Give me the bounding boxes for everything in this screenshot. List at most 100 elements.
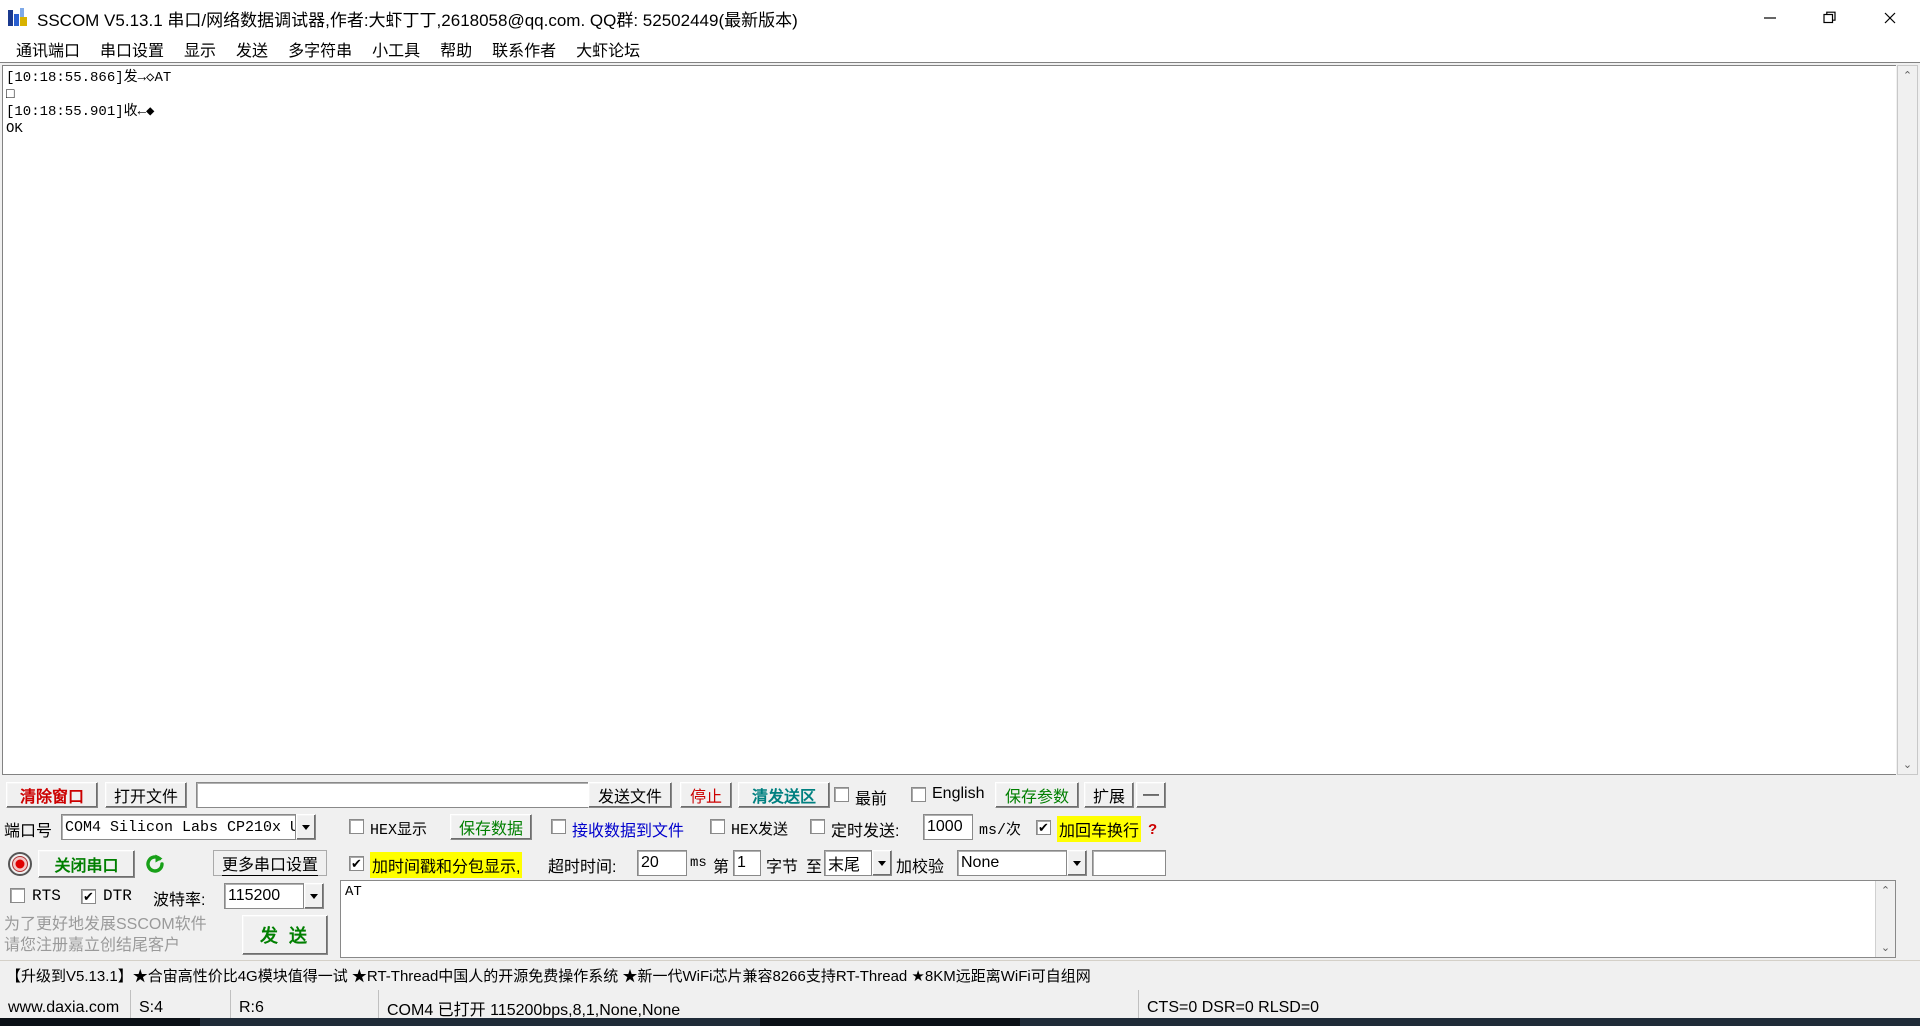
- send-button[interactable]: 发 送: [242, 915, 328, 955]
- port-dropdown-arrow[interactable]: [296, 814, 316, 840]
- timeout-label: 超时时间:: [548, 859, 617, 876]
- ms-unit-label: ms: [690, 855, 707, 871]
- send-scroll-up-icon[interactable]: ⌃: [1876, 881, 1895, 900]
- english-label: English: [932, 785, 985, 802]
- scroll-up-icon[interactable]: ⌃: [1898, 66, 1917, 85]
- rts-label: RTS: [32, 887, 61, 905]
- menu-item-comm-port[interactable]: 通讯端口: [6, 35, 90, 63]
- rts-checkbox[interactable]: [10, 888, 25, 908]
- help-question-icon[interactable]: ?: [1148, 821, 1157, 838]
- checksum-dropdown-arrow[interactable]: [1067, 850, 1087, 876]
- menu-item-help[interactable]: 帮助: [430, 35, 482, 63]
- promo-line-1: 为了更好地发展SSCOM软件: [4, 916, 207, 933]
- send-file-button[interactable]: 发送文件: [588, 782, 672, 808]
- send-scrollbar[interactable]: ⌃ ⌄: [1875, 881, 1895, 957]
- crlf-checkbox[interactable]: ✔: [1036, 819, 1051, 837]
- topmost-label: 最前: [855, 791, 888, 808]
- topmost-checkbox-box[interactable]: [834, 787, 849, 802]
- promo-line-2: 请您注册嘉立创结尾客户: [4, 937, 181, 954]
- dtr-label: DTR: [103, 887, 132, 905]
- app-icon: [8, 8, 28, 28]
- port-select-value[interactable]: COM4 Silicon Labs CP210x U:: [61, 814, 296, 840]
- english-checkbox-box[interactable]: [911, 787, 926, 802]
- close-button[interactable]: [1860, 0, 1920, 36]
- recv-to-file-label: 接收数据到文件: [572, 823, 685, 840]
- timestamp-label: 加时间戳和分包显示,: [370, 852, 523, 878]
- scroll-down-icon[interactable]: ⌄: [1898, 755, 1917, 774]
- hex-send-checkbox-box[interactable]: [710, 819, 725, 834]
- send-file-path-input[interactable]: [196, 782, 593, 808]
- clear-window-button[interactable]: 清除窗口: [6, 782, 98, 808]
- recv-to-file-checkbox-box[interactable]: [551, 819, 566, 834]
- save-params-button[interactable]: 保存参数: [995, 782, 1079, 808]
- close-port-button[interactable]: 关闭串口: [38, 850, 135, 878]
- timed-send-checkbox-box[interactable]: [810, 819, 825, 834]
- baud-label: 波特率:: [153, 892, 206, 909]
- collapse-button[interactable]: —: [1136, 782, 1166, 808]
- menu-item-send[interactable]: 发送: [226, 35, 278, 63]
- more-serial-settings-label: 更多串口设置: [221, 851, 318, 876]
- menu-item-tools[interactable]: 小工具: [362, 35, 430, 63]
- port-control-row: 关闭串口 更多串口设置 ✔ 加时间戳和分包显示, 超时时间: 20 ms 第 1…: [0, 848, 1920, 882]
- flow-control-row: RTS ✔ DTR 波特率: 115200: [0, 882, 345, 912]
- timed-send-interval-input[interactable]: 1000: [923, 814, 973, 840]
- more-serial-settings-button[interactable]: 更多串口设置: [213, 850, 327, 876]
- title-bar: SSCOM V5.13.1 串口/网络数据调试器,作者:大虾丁丁,2618058…: [0, 0, 1920, 36]
- refresh-icon[interactable]: [143, 852, 167, 876]
- byte-to-dropdown-arrow[interactable]: [872, 850, 892, 876]
- checksum-value[interactable]: None: [957, 850, 1067, 876]
- promo-and-send-row: 为了更好地发展SSCOM软件 请您注册嘉立创结尾客户 发 送: [0, 912, 345, 960]
- hex-display-checkbox[interactable]: [349, 819, 364, 839]
- recv-to-file-checkbox[interactable]: [551, 819, 566, 839]
- menu-item-serial-settings[interactable]: 串口设置: [90, 35, 174, 63]
- hex-send-label: HEX发送: [731, 822, 789, 839]
- crlf-label: 加回车换行: [1057, 816, 1142, 842]
- maximize-restore-button[interactable]: [1800, 0, 1860, 36]
- timed-send-checkbox[interactable]: [810, 819, 825, 839]
- promo-banner: 【升级到V5.13.1】★合宙高性价比4G模块值得一试 ★RT-Thread中国…: [0, 960, 1920, 990]
- send-textarea-wrapper: AT ⌃ ⌄: [340, 880, 1896, 958]
- baud-dropdown-arrow[interactable]: [304, 883, 324, 909]
- save-data-button[interactable]: 保存数据: [450, 814, 532, 840]
- byte-unit-label: 字节: [766, 859, 799, 876]
- stop-button[interactable]: 停止: [680, 782, 732, 808]
- byte-from-label: 第: [713, 859, 730, 876]
- open-file-button[interactable]: 打开文件: [105, 782, 187, 808]
- port-label: 端口号: [4, 823, 53, 840]
- timed-send-label: 定时发送:: [831, 823, 900, 840]
- send-toolbar-row: 清除窗口 打开文件 发送文件 停止 清发送区 最前 English 保存参数 扩…: [0, 778, 1920, 810]
- menu-item-forum[interactable]: 大虾论坛: [566, 35, 650, 63]
- serial-options-row: 端口号 COM4 Silicon Labs CP210x U: HEX显示 保存…: [0, 810, 1920, 848]
- menu-bar: 通讯端口 串口设置 显示 发送 多字符串 小工具 帮助 联系作者 大虾论坛: [0, 36, 1920, 62]
- english-checkbox[interactable]: [911, 787, 926, 807]
- hex-send-checkbox[interactable]: [710, 819, 725, 839]
- menu-item-multi-string[interactable]: 多字符串: [278, 35, 362, 63]
- taskbar-strip: [0, 1018, 1920, 1026]
- expand-button[interactable]: 扩展: [1084, 782, 1134, 808]
- rts-checkbox-box[interactable]: [10, 888, 25, 903]
- dtr-checkbox[interactable]: ✔: [81, 888, 96, 906]
- send-scroll-down-icon[interactable]: ⌄: [1876, 938, 1895, 957]
- dtr-checkbox-box[interactable]: ✔: [81, 889, 96, 904]
- baud-rate-value[interactable]: 115200: [224, 883, 304, 909]
- promo-text: 为了更好地发展SSCOM软件 请您注册嘉立创结尾客户: [4, 914, 207, 956]
- minimize-button[interactable]: [1740, 0, 1800, 36]
- clear-send-area-button[interactable]: 清发送区: [738, 782, 830, 808]
- timestamp-checkbox[interactable]: ✔: [349, 855, 364, 873]
- menu-item-display[interactable]: 显示: [174, 35, 226, 63]
- byte-to-value[interactable]: 末尾: [824, 850, 872, 876]
- receive-scrollbar[interactable]: ⌃ ⌄: [1897, 65, 1918, 775]
- timeout-input[interactable]: 20: [637, 850, 687, 876]
- byte-from-input[interactable]: 1: [733, 850, 761, 876]
- promo-banner-text: 【升级到V5.13.1】★合宙高性价比4G模块值得一试 ★RT-Thread中国…: [6, 968, 1091, 985]
- topmost-checkbox[interactable]: [834, 787, 849, 807]
- hex-display-checkbox-box[interactable]: [349, 819, 364, 834]
- menu-item-contact-author[interactable]: 联系作者: [482, 35, 566, 63]
- timestamp-checkbox-box[interactable]: ✔: [349, 856, 364, 871]
- checksum-label: 加校验: [896, 859, 945, 876]
- crlf-checkbox-box[interactable]: ✔: [1036, 820, 1051, 835]
- receive-panel: [10:18:55.866]发→◇AT □ [10:18:55.901]收←◆ …: [0, 62, 1920, 778]
- checksum-extra-input[interactable]: [1092, 850, 1166, 876]
- receive-textarea[interactable]: [10:18:55.866]发→◇AT □ [10:18:55.901]收←◆ …: [2, 65, 1896, 775]
- send-textarea[interactable]: AT: [345, 884, 1865, 954]
